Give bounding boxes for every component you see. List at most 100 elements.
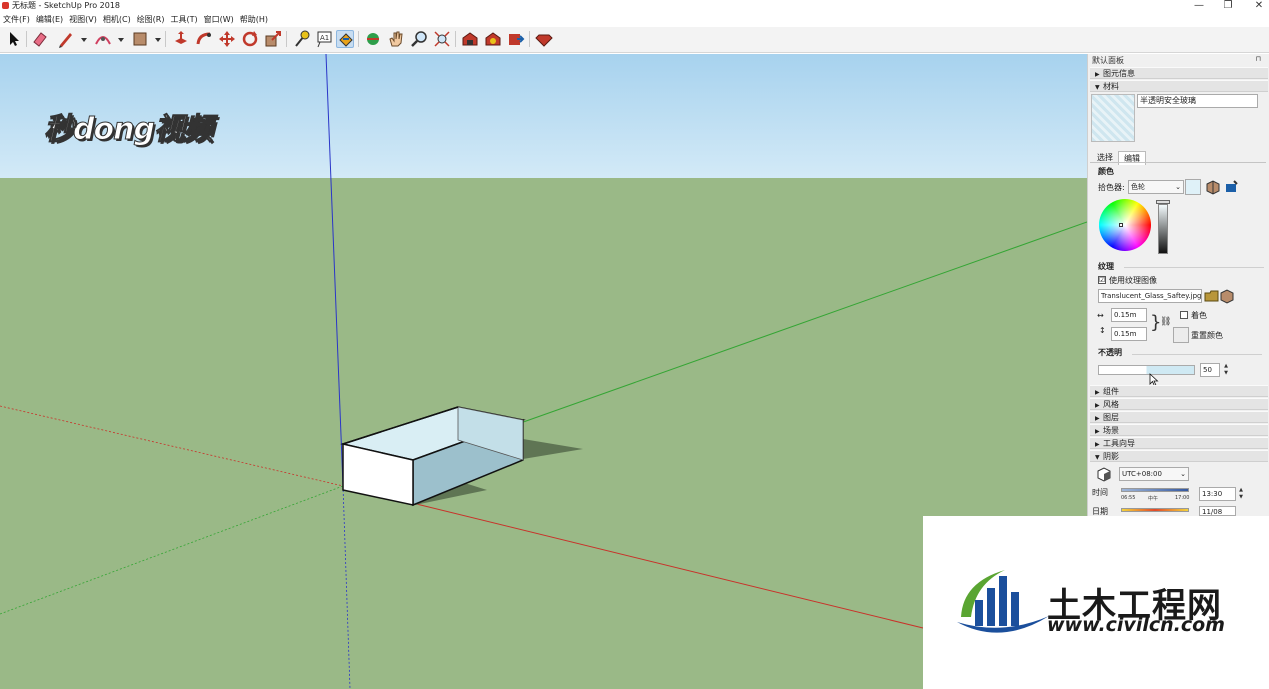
shadow-toggle-button[interactable] [1095,465,1111,482]
zoom-extents-tool-button[interactable] [433,30,451,48]
opacity-spinner[interactable]: ▲ ▼ [1222,363,1230,377]
section-styles[interactable]: ▶ 风格 [1090,398,1268,410]
pan-tool-button[interactable] [387,30,405,48]
ruby-console-button[interactable] [535,30,553,48]
section-components[interactable]: ▶ 组件 [1090,385,1268,397]
colorize-checkbox[interactable] [1180,311,1188,319]
timezone-select[interactable]: UTC+08:00 ⌄ [1119,467,1189,481]
sample-material-button[interactable] [1204,178,1222,196]
chevron-down-icon: ⌄ [1175,183,1181,191]
use-texture-checkbox[interactable]: ☑ [1098,276,1106,284]
default-tray-panel: 默认面板 ⊓ ▶ 图元信息 ▼ 材料 半透明安全玻璃 选择 编辑 颜色 拾色器: 色… [1087,54,1269,516]
send-to-layout-button[interactable] [507,30,525,48]
arc-tool-button[interactable] [94,30,112,48]
expanded-arrow-icon: ▼ [1095,454,1100,461]
civilcn-url: www.civilcn.com [1047,614,1225,636]
paint-bucket-tool-button[interactable] [336,30,354,48]
time-value-field[interactable]: 13:30 [1199,487,1236,501]
rectangle-tool-dropdown[interactable] [149,30,161,48]
rotate-tool-button[interactable] [241,30,259,48]
time-end-label: 17:00 [1175,495,1190,501]
section-entity-info[interactable]: ▶ 图元信息 [1090,67,1268,79]
opacity-slider[interactable] [1098,365,1195,375]
red-axis-positive [342,485,924,629]
texture-file-field[interactable]: Translucent_Glass_Saftey.jpg [1098,289,1202,303]
pin-icon[interactable]: ⊓ [1256,55,1261,63]
eraser-tool-button[interactable] [31,30,49,48]
edit-texture-button[interactable] [1218,287,1236,305]
use-texture-label: 使用纹理图像 [1109,276,1157,285]
rectangle-tool-button[interactable] [131,30,149,48]
time-label: 时间 [1092,488,1108,497]
follow-me-icon [196,32,211,45]
section-layers[interactable]: ▶ 图层 [1090,411,1268,423]
push-pull-tool-button[interactable] [172,30,190,48]
menu-draw[interactable]: 绘图(R) [134,13,168,26]
color-wheel-marker[interactable] [1119,223,1123,227]
expanded-arrow-icon: ▼ [1095,84,1100,91]
extension-warehouse-button[interactable] [484,30,502,48]
follow-me-tool-button[interactable] [195,30,213,48]
text-tool-button[interactable]: A1 [315,30,333,48]
maximize-button[interactable]: ❐ [1214,0,1242,12]
menu-bar: 文件(F) 编辑(E) 视图(V) 相机(C) 绘图(R) 工具(T) 窗口(W… [0,13,1269,26]
brightness-slider[interactable] [1158,204,1168,254]
collapsed-arrow-icon: ▶ [1095,441,1100,448]
menu-view[interactable]: 视图(V) [66,13,100,26]
date-value-field[interactable]: 11/08 [1199,506,1236,516]
main-toolbar: A1 [0,27,1269,53]
ruby-gem-icon [535,34,553,47]
close-button[interactable]: ✕ [1245,0,1269,12]
menu-tools[interactable]: 工具(T) [168,13,201,26]
chain-link-icon[interactable]: ⛓ [1160,317,1171,327]
time-start-label: 06:55 [1121,495,1136,501]
picker-select[interactable]: 色轮 ⌄ [1128,180,1184,194]
orbit-tool-button[interactable] [364,30,382,48]
zoom-tool-button[interactable] [410,30,428,48]
brightness-slider-thumb[interactable] [1156,200,1170,204]
select-tool-button[interactable] [5,30,23,48]
menu-window[interactable]: 窗口(W) [201,13,237,26]
arc-tool-dropdown[interactable] [112,30,124,48]
section-instructor[interactable]: ▶ 工具向导 [1090,437,1268,449]
collapsed-arrow-icon: ▶ [1095,415,1100,422]
hand-icon [389,31,403,47]
material-name-field[interactable]: 半透明安全玻璃 [1137,94,1258,108]
warehouse-button[interactable] [461,30,479,48]
move-tool-button[interactable] [218,30,236,48]
height-arrow-icon: ↕ [1099,326,1106,335]
section-shadows[interactable]: ▼ 阴影 [1090,450,1268,462]
sketchup-app-icon [2,2,9,9]
collapsed-arrow-icon: ▶ [1095,402,1100,409]
box-shadow-side [523,439,583,459]
current-color-swatch[interactable] [1185,179,1201,195]
color-wheel[interactable] [1099,199,1151,251]
texture-height-field[interactable]: 0.15m [1111,327,1147,341]
date-slider[interactable] [1121,508,1189,512]
push-pull-icon [175,31,187,44]
minimize-button[interactable]: — [1185,0,1213,12]
menu-edit[interactable]: 编辑(E) [33,13,66,26]
menu-file[interactable]: 文件(F) [0,13,33,26]
chevron-down-icon [81,38,87,42]
line-tool-button[interactable] [57,30,75,48]
reset-color-swatch[interactable] [1173,327,1189,343]
time-spinner[interactable]: ▲ ▼ [1237,487,1245,501]
video-watermark: 秒dong视频 [44,112,214,148]
menu-camera[interactable]: 相机(C) [100,13,134,26]
tape-measure-tool-button[interactable] [292,30,310,48]
eyedropper-button[interactable] [1222,178,1240,196]
opacity-value-field[interactable]: 50 [1200,363,1220,377]
time-noon-label: 中午 [1148,496,1159,502]
line-tool-dropdown[interactable] [75,30,87,48]
texture-width-field[interactable]: 0.15m [1111,308,1147,322]
section-scenes[interactable]: ▶ 场景 [1090,424,1268,436]
svg-text:A1: A1 [320,34,329,42]
section-materials[interactable]: ▼ 材料 [1090,80,1268,92]
arc-icon [95,36,111,45]
extension-icon [485,32,501,46]
time-slider[interactable] [1121,488,1189,492]
collapsed-arrow-icon: ▶ [1095,71,1100,78]
menu-help[interactable]: 帮助(H) [237,13,271,26]
scale-tool-button[interactable] [264,30,282,48]
